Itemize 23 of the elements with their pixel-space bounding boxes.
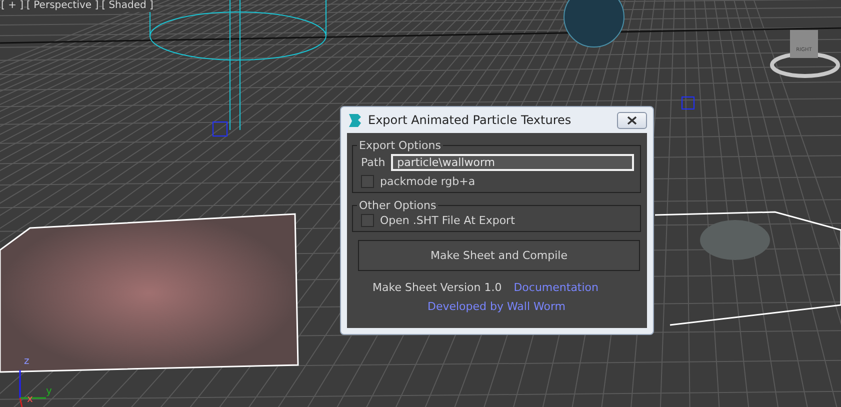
checkbox[interactable] [361,175,374,188]
axis-label: z [24,356,30,367]
close-icon [627,116,637,124]
group-title: Export Options [358,139,442,152]
axis-label: x [27,394,33,405]
path-input[interactable]: particle\wallworm [391,154,634,171]
axis-drawing [19,370,46,407]
viewport-label[interactable]: [ Perspective ] [26,0,99,12]
window-title: Export Animated Particle Textures [368,113,572,127]
close-button[interactable] [617,112,647,128]
axis-label: y [46,386,52,397]
particle-drawing [700,220,770,260]
checkbox[interactable] [361,214,374,227]
make-sheet-button[interactable]: Make Sheet and Compile [358,240,640,271]
checkbox-label[interactable]: packmode rgb+a [361,175,634,188]
viewport-label[interactable]: [ Shaded ] [102,0,154,12]
sphere-drawing [564,0,624,48]
viewport-label[interactable]: [ + ] [1,0,24,12]
path-label: Path [361,156,386,169]
checkbox-label[interactable]: Open .SHT File At Export [361,214,634,227]
group-title: Other Options [358,199,438,212]
version-text: Make Sheet Version 1.0 [372,281,502,294]
app-logo-icon [347,112,362,128]
